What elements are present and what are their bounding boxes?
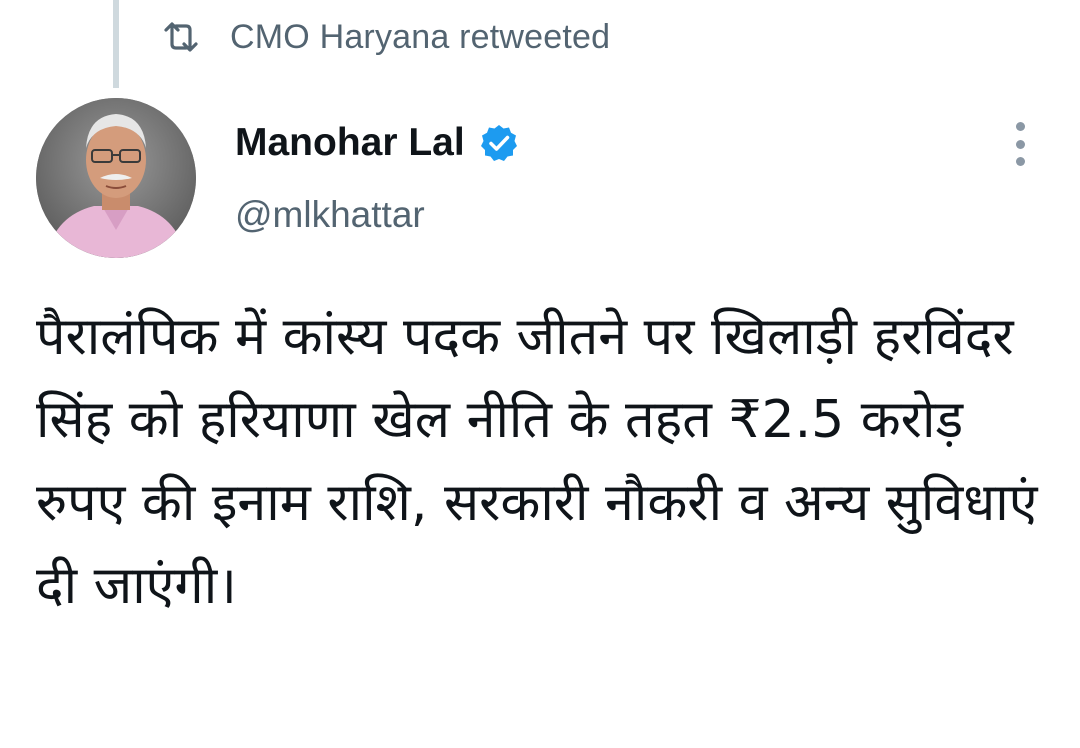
author-name[interactable]: Manohar Lal [235, 121, 465, 165]
verified-badge-icon [479, 123, 519, 163]
more-dot [1015, 157, 1025, 166]
author-avatar[interactable] [36, 98, 196, 258]
author-handle[interactable]: @mlkhattar [235, 194, 425, 236]
more-vertical-icon[interactable] [1004, 122, 1036, 166]
thread-connector-line [113, 0, 119, 88]
author-name-row[interactable]: Manohar Lal [235, 118, 519, 168]
retweet-banner[interactable]: CMO Haryana retweeted [162, 14, 610, 60]
retweet-label[interactable]: CMO Haryana retweeted [230, 18, 610, 57]
more-dot [1015, 122, 1025, 131]
retweet-icon [162, 22, 200, 52]
tweet-body-text: पैरालंपिक में कांस्य पदक जीतने पर खिलाड़… [36, 307, 1038, 616]
more-dot [1015, 139, 1025, 149]
tweet-card[interactable]: CMO Haryana retweeted Manohar Lal @mlkha… [0, 0, 1080, 748]
